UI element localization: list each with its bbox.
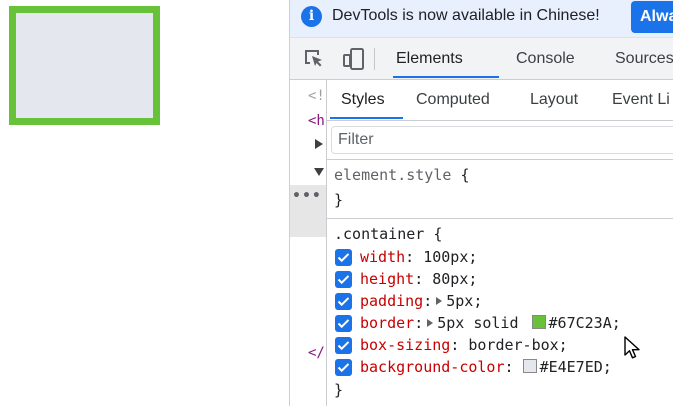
info-icon: i <box>301 6 322 27</box>
declaration-row[interactable]: height: 80px; <box>335 269 673 290</box>
devtools-panel: i DevTools is now available in Chinese! … <box>290 0 673 406</box>
property-name[interactable]: height <box>360 270 414 288</box>
declaration-checkbox[interactable] <box>335 249 352 266</box>
expand-shorthand-icon[interactable] <box>427 319 434 327</box>
element-style-selector: element.style <box>334 166 452 184</box>
declaration-checkbox[interactable] <box>335 271 352 288</box>
rule-separator <box>327 218 673 219</box>
property-name[interactable]: background-color <box>360 358 505 376</box>
active-subtab-indicator <box>330 117 403 119</box>
always-match-button[interactable]: Alwa <box>631 1 673 33</box>
dom-closing-fragment[interactable]: </ <box>308 345 325 361</box>
tab-console[interactable]: Console <box>516 38 575 79</box>
rule-header[interactable]: .container { <box>334 225 442 243</box>
styles-filter-input[interactable] <box>331 126 673 154</box>
declaration-row[interactable]: background-color: #E4E7ED; <box>335 357 673 378</box>
declaration-row[interactable]: width: 100px; <box>335 247 673 268</box>
subtab-event-listeners[interactable]: Event Li <box>612 80 670 120</box>
open-brace: { <box>460 166 470 184</box>
more-options-icon[interactable]: ••• <box>292 188 322 204</box>
rule-selector: .container <box>334 225 425 243</box>
dom-html-fragment[interactable]: <h <box>308 113 325 129</box>
styles-pane: Styles Computed Layout Event Li element.… <box>327 80 673 406</box>
close-brace: } <box>334 191 344 209</box>
mouse-cursor-icon <box>624 336 640 359</box>
inspect-element-icon[interactable] <box>303 48 325 70</box>
infobar-message: DevTools is now available in Chinese! <box>332 7 600 24</box>
property-name[interactable]: padding <box>360 292 423 310</box>
subtab-styles[interactable]: Styles <box>341 80 385 120</box>
collapse-triangle-icon[interactable] <box>314 168 324 176</box>
subtab-computed[interactable]: Computed <box>416 80 490 120</box>
tab-sources[interactable]: Sources <box>615 38 673 79</box>
expand-triangle-icon[interactable] <box>315 139 323 149</box>
declaration-checkbox[interactable] <box>335 315 352 332</box>
color-value[interactable]: #67C23A; <box>549 314 621 332</box>
property-value[interactable]: border-box; <box>468 336 567 354</box>
devtools-main-tabbar: Elements Console Sources <box>290 38 673 80</box>
tab-separator <box>374 48 375 70</box>
device-toolbar-icon[interactable] <box>342 47 366 71</box>
declaration-checkbox[interactable] <box>335 337 352 354</box>
property-value[interactable]: 80px; <box>432 270 477 288</box>
expand-shorthand-icon[interactable] <box>436 297 443 305</box>
open-brace: { <box>433 225 443 243</box>
property-value[interactable]: 100px; <box>423 248 477 266</box>
property-name[interactable]: box-sizing <box>360 336 450 354</box>
container-box[interactable] <box>9 6 160 125</box>
property-name[interactable]: width <box>360 248 405 266</box>
language-infobar: i DevTools is now available in Chinese! … <box>290 0 673 38</box>
color-swatch[interactable] <box>531 315 546 329</box>
element-style-header[interactable]: element.style { <box>334 166 469 184</box>
declaration-row[interactable]: border: 5px solid #67C23A; <box>335 313 673 334</box>
declaration-checkbox[interactable] <box>335 359 352 376</box>
styles-subtabbar: Styles Computed Layout Event Li <box>327 80 673 121</box>
close-brace: } <box>334 381 344 399</box>
declaration-row[interactable]: padding: 5px; <box>335 291 673 312</box>
property-value[interactable]: 5px solid <box>437 314 527 332</box>
color-swatch[interactable] <box>522 359 537 373</box>
declaration-checkbox[interactable] <box>335 293 352 310</box>
property-value[interactable]: 5px; <box>446 292 482 310</box>
inspected-page <box>0 0 289 406</box>
color-value[interactable]: #E4E7ED; <box>540 358 612 376</box>
dom-tree-panel: <! <h ••• </ <box>290 80 327 406</box>
declaration-row[interactable]: box-sizing: border-box; <box>335 335 673 356</box>
filter-bar <box>327 121 673 160</box>
active-tab-indicator <box>393 76 499 78</box>
dom-doctype-fragment[interactable]: <! <box>308 88 325 104</box>
subtab-layout[interactable]: Layout <box>530 80 578 120</box>
property-name[interactable]: border <box>360 314 414 332</box>
tab-elements[interactable]: Elements <box>396 38 463 79</box>
